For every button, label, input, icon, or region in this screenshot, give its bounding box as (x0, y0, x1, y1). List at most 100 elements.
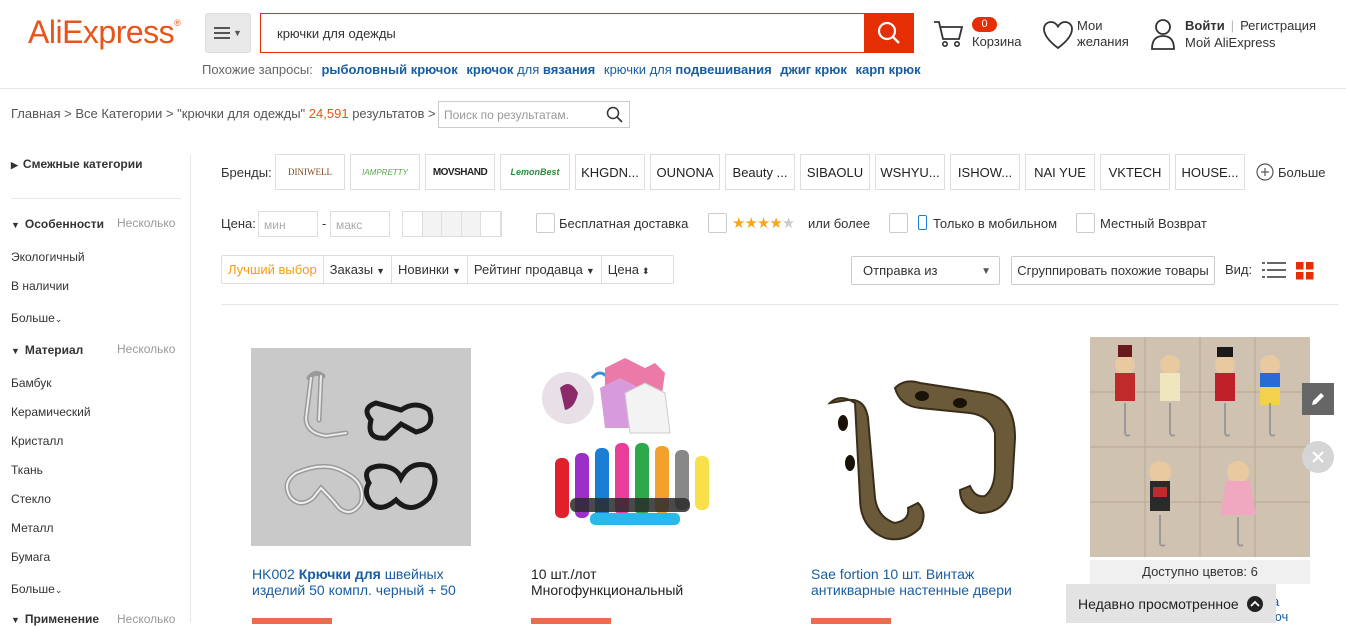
material-multi-select[interactable]: Несколько (117, 342, 175, 356)
group-similar-button[interactable]: Сгруппировать похожие товары (1011, 256, 1215, 285)
cart-icon (934, 21, 964, 47)
recently-viewed-label: Недавно просмотренное (1078, 595, 1239, 612)
related-link[interactable]: крючки для подвешивания (604, 62, 772, 77)
my-aliexpress-link[interactable]: Мой AliExpress (1185, 34, 1316, 51)
view-label: Вид: (1225, 262, 1253, 277)
brand-logo-lemonbest[interactable]: LemonBest (500, 154, 570, 190)
product-title[interactable]: HK002 Крючки для швейных изделий 50 комп… (252, 566, 477, 598)
product-image-bear-hooks[interactable] (1090, 337, 1310, 557)
related-link[interactable]: карп крюк (855, 62, 920, 77)
related-searches: Похожие запросы: рыболовный крючок крючо… (202, 62, 921, 77)
related-link[interactable]: рыболовный крючок (321, 62, 457, 77)
local-return-checkbox[interactable] (1076, 213, 1095, 233)
available-colors-label: Доступно цветов: 6 (1090, 560, 1310, 584)
logo-registered: ® (174, 18, 181, 28)
product-price-partial (252, 618, 332, 624)
heart-icon[interactable] (1042, 20, 1074, 50)
brand-item[interactable]: HOUSE... (1175, 154, 1245, 190)
material-more-link[interactable]: Больше⌄ (11, 582, 62, 596)
brand-logo-diniwell[interactable]: DINIWELL (275, 154, 345, 190)
related-categories-toggle[interactable]: ▶ Смежные категории (11, 157, 142, 171)
breadcrumb-home[interactable]: Главная (11, 106, 60, 121)
brand-item[interactable]: SIBAOLU (800, 154, 870, 190)
material-item[interactable]: Керамический (11, 405, 91, 419)
local-return-label[interactable]: Местный Возврат (1100, 216, 1207, 231)
categories-menu-button[interactable]: ▼ (205, 13, 251, 53)
feature-item[interactable]: Экологичный (11, 250, 85, 264)
feature-item[interactable]: В наличии (11, 279, 69, 293)
sort-orders[interactable]: Заказы ▼ (324, 256, 393, 283)
brand-logo-iampretty[interactable]: IAMPRETTY (350, 154, 420, 190)
free-shipping-label[interactable]: Бесплатная доставка (559, 216, 688, 231)
application-multi-select[interactable]: Несколько (117, 612, 175, 626)
product-image-multicolor-hangers[interactable] (530, 348, 750, 546)
breadcrumb-all-categories[interactable]: Все Категории (75, 106, 162, 121)
ship-from-select[interactable]: Отправка из ▼ (851, 256, 1000, 285)
aliexpress-logo[interactable]: AliExpress® (28, 14, 181, 51)
register-link[interactable]: Регистрация (1240, 18, 1316, 33)
free-shipping-checkbox[interactable] (536, 213, 555, 233)
four-stars-icon: ★★★★★ (732, 215, 795, 232)
material-item[interactable]: Кристалл (11, 434, 63, 448)
sidebar-divider (190, 155, 191, 623)
related-link[interactable]: джиг крюк (780, 62, 847, 77)
chevron-down-icon: ⌄ (54, 314, 63, 324)
brand-item[interactable]: NAI YUE (1025, 154, 1095, 190)
brand-item[interactable]: KHGDN... (575, 154, 645, 190)
search-within-results-input[interactable]: Поиск по результатам. (438, 101, 630, 128)
material-item[interactable]: Ткань (11, 463, 43, 477)
wishlist-line-2: желания (1077, 34, 1129, 49)
mobile-only-checkbox[interactable] (889, 213, 908, 233)
features-more-link[interactable]: Больше⌄ (11, 311, 62, 325)
product-title[interactable]: 10 шт./лот Многофункциональный (531, 566, 731, 598)
product-title[interactable]: Sae fortion 10 шт. Винтаж антикварные на… (811, 566, 1031, 598)
recently-viewed-toggle[interactable]: Недавно просмотренное (1066, 584, 1276, 623)
user-icon (1151, 19, 1175, 50)
list-view-icon[interactable] (1262, 261, 1286, 279)
brand-item[interactable]: OUNONA (650, 154, 720, 190)
material-item[interactable]: Стекло (11, 492, 51, 506)
material-item[interactable]: Металл (11, 521, 53, 535)
sort-newest[interactable]: Новинки ▼ (392, 256, 468, 283)
sort-seller-rating[interactable]: Рейтинг продавца ▼ (468, 256, 602, 283)
material-item[interactable]: Бумага (11, 550, 50, 564)
material-toggle[interactable]: ▼ Материал (11, 343, 83, 357)
mobile-only-label[interactable]: Только в мобильном (933, 216, 1057, 231)
price-range-histogram[interactable] (402, 211, 502, 237)
wishlist-link[interactable]: Мои желания (1077, 18, 1137, 50)
material-item[interactable]: Бамбук (11, 376, 52, 390)
login-link[interactable]: Войти (1185, 18, 1225, 33)
brand-item[interactable]: ISHOW... (950, 154, 1020, 190)
feedback-edit-button[interactable] (1302, 383, 1334, 415)
search-button[interactable] (864, 13, 914, 53)
product-image-antique-hooks[interactable] (810, 348, 1030, 546)
wishlist-line-1: Мои (1077, 18, 1103, 33)
sort-best-match[interactable]: Лучший выбор (222, 256, 324, 283)
plus-circle-icon (1256, 163, 1274, 181)
brand-logo-movshand[interactable]: MOVSHAND (425, 154, 495, 190)
brand-item[interactable]: WSHYU... (875, 154, 945, 190)
close-icon (1312, 451, 1324, 463)
brand-item[interactable]: Beauty ... (725, 154, 795, 190)
brand-item[interactable]: VKTECH (1100, 154, 1170, 190)
rating-label[interactable]: или более (808, 216, 870, 231)
sort-bar: Лучший выбор Заказы ▼ Новинки ▼ Рейтинг пр… (221, 255, 674, 284)
features-multi-select[interactable]: Несколько (117, 216, 175, 230)
close-button[interactable] (1302, 441, 1334, 473)
sort-price[interactable]: Цена ⬍ (602, 256, 656, 283)
features-toggle[interactable]: ▼ Особенности (11, 217, 104, 231)
application-toggle[interactable]: ▼ Применение (11, 612, 99, 626)
price-min-input[interactable]: мин (258, 211, 318, 237)
related-link[interactable]: крючок для вязания (466, 62, 595, 77)
rating-checkbox[interactable] (708, 213, 727, 233)
product-image-sewing-hooks[interactable] (251, 348, 471, 546)
search-input[interactable] (260, 13, 866, 53)
results-label: результатов (352, 106, 425, 121)
brands-label: Бренды: (221, 165, 272, 180)
price-max-input[interactable]: макс (330, 211, 390, 237)
sort-divider (221, 304, 1339, 305)
cart-label[interactable]: Корзина (972, 34, 1022, 49)
search-icon[interactable] (606, 106, 623, 123)
brands-more-button[interactable]: Больше (1256, 163, 1326, 181)
grid-view-icon[interactable] (1296, 262, 1314, 280)
